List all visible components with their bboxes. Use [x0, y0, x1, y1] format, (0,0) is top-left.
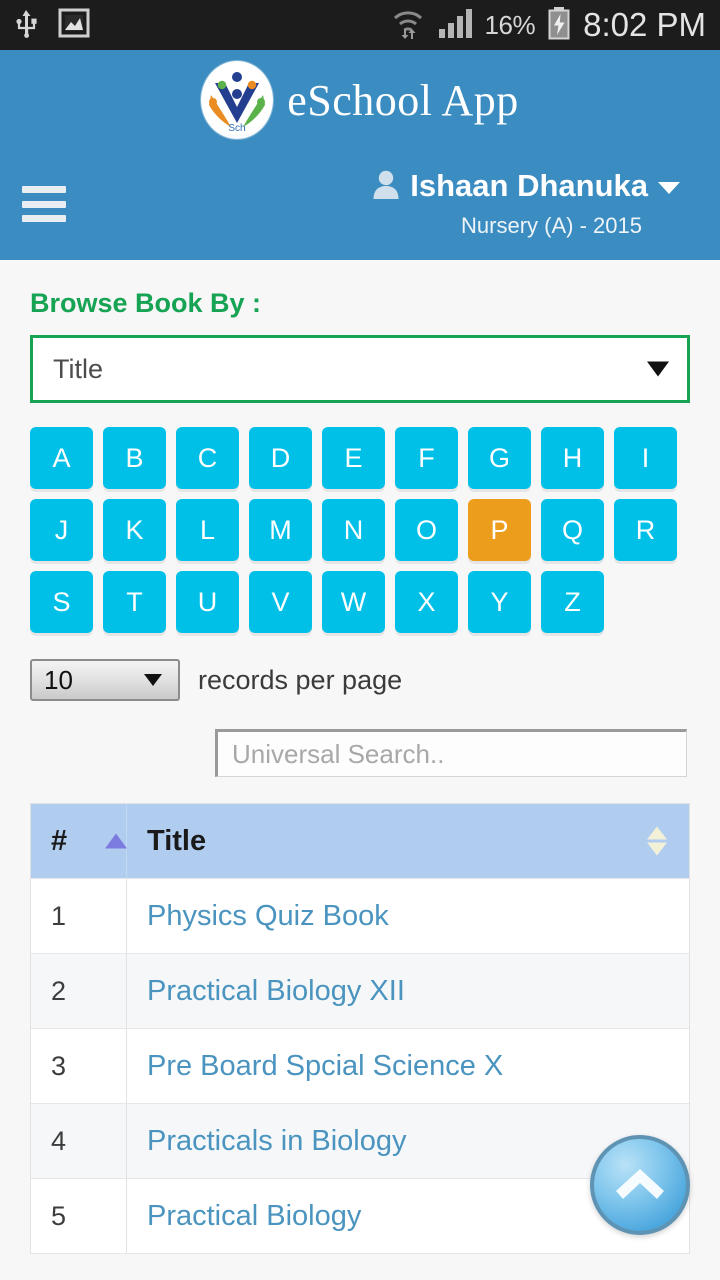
column-header-title[interactable]: Title: [127, 804, 689, 878]
universal-search-input[interactable]: Universal Search..: [215, 729, 687, 777]
alphabet-button-o[interactable]: O: [395, 499, 458, 561]
user-avatar-icon: [372, 169, 400, 204]
chevron-down-icon: [144, 674, 162, 686]
alphabet-button-f[interactable]: F: [395, 427, 458, 489]
records-per-page-select[interactable]: 10: [30, 659, 180, 701]
battery-charging-icon: [547, 6, 571, 45]
chevron-down-icon: [647, 361, 669, 377]
table-cell-title-link[interactable]: Practical Biology XII: [127, 954, 689, 1028]
alphabet-button-j[interactable]: J: [30, 499, 93, 561]
user-name-label: Ishaan Dhanuka: [410, 168, 648, 203]
table-cell-number: 4: [31, 1104, 127, 1178]
alphabet-button-v[interactable]: V: [249, 571, 312, 633]
table-row[interactable]: 3 Pre Board Spcial Science X: [31, 1029, 689, 1104]
chevron-down-icon[interactable]: [658, 182, 680, 194]
signal-bars-icon: [437, 7, 473, 44]
alphabet-button-n[interactable]: N: [322, 499, 385, 561]
alphabet-button-g[interactable]: G: [468, 427, 531, 489]
scroll-to-top-button[interactable]: [590, 1135, 690, 1235]
chevron-up-icon: [610, 1161, 670, 1210]
table-body: 1 Physics Quiz Book 2 Practical Biology XII…: [31, 879, 689, 1254]
sort-down-arrow: [647, 842, 667, 856]
sort-both-icon: [647, 826, 667, 856]
status-bar-left-icons: [14, 8, 90, 43]
table-cell-number: 2: [31, 954, 127, 1028]
user-bar: Ishaan Dhanuka Nursery (A) - 2015: [0, 150, 720, 260]
alphabet-button-u[interactable]: U: [176, 571, 239, 633]
alphabet-button-h[interactable]: H: [541, 427, 604, 489]
table-row[interactable]: 1 Physics Quiz Book: [31, 879, 689, 954]
eschool-logo-icon: Sch: [201, 61, 274, 139]
search-placeholder: Universal Search..: [232, 738, 445, 769]
alphabet-button-y[interactable]: Y: [468, 571, 531, 633]
column-header-number[interactable]: #: [31, 804, 127, 878]
wifi-icon: [391, 6, 425, 45]
column-header-title-label: Title: [147, 824, 207, 857]
alphabet-button-a[interactable]: A: [30, 427, 93, 489]
alphabet-button-k[interactable]: K: [103, 499, 166, 561]
clock-label: 8:02 PM: [583, 6, 706, 43]
hamburger-line: [22, 200, 66, 208]
battery-percent-label: 16%: [484, 9, 536, 40]
status-bar: 16% 8:02 PM: [0, 0, 720, 50]
browse-by-select[interactable]: Title: [30, 335, 690, 403]
status-bar-right-icons: 16% 8:02 PM: [391, 6, 706, 45]
table-row[interactable]: 4 Practicals in Biology: [31, 1104, 689, 1179]
browse-by-value: Title: [53, 353, 104, 384]
table-cell-number: 3: [31, 1029, 127, 1103]
page-length-row: 10 records per page: [30, 659, 690, 701]
sort-up-arrow: [647, 826, 667, 840]
alphabet-button-d[interactable]: D: [249, 427, 312, 489]
records-per-page-label: records per page: [198, 664, 403, 695]
hamburger-menu-icon[interactable]: [22, 186, 66, 222]
alphabet-button-x[interactable]: X: [395, 571, 458, 633]
table-cell-title-link[interactable]: Pre Board Spcial Science X: [127, 1029, 689, 1103]
alphabet-button-z[interactable]: Z: [541, 571, 604, 633]
column-header-number-label: #: [51, 824, 68, 857]
screenshot-icon: [58, 8, 90, 43]
table-row[interactable]: 2 Practical Biology XII: [31, 954, 689, 1029]
hamburger-line: [22, 186, 66, 193]
user-name-row[interactable]: Ishaan Dhanuka: [372, 168, 680, 204]
table-cell-title-link[interactable]: Physics Quiz Book: [127, 879, 689, 953]
app-title-bar: Sch eSchool App: [0, 50, 720, 150]
table-cell-number: 1: [31, 879, 127, 953]
alphabet-button-p[interactable]: P: [468, 499, 531, 561]
hamburger-line: [22, 215, 66, 222]
app-title: eSchool App: [287, 75, 519, 125]
usb-icon: [14, 8, 40, 43]
alphabet-button-q[interactable]: Q: [541, 499, 604, 561]
alphabet-button-l[interactable]: L: [176, 499, 239, 561]
alphabet-button-w[interactable]: W: [322, 571, 385, 633]
main-content: Browse Book By : Title ABCDEFGHI JKLMNOPQ…: [0, 260, 720, 1254]
svg-text:Sch: Sch: [229, 123, 246, 134]
table-cell-number: 5: [31, 1179, 127, 1253]
app-root: 16% 8:02 PM Sch eSchool App Ishaan Dhanu…: [0, 0, 720, 1280]
user-class-label: Nursery (A) - 2015: [461, 213, 642, 238]
search-row: Universal Search..: [30, 729, 690, 777]
alphabet-button-e[interactable]: E: [322, 427, 385, 489]
alphabet-filter-grid: ABCDEFGHI JKLMNOPQR STUVWXYZ: [30, 427, 690, 633]
sort-ascending-icon: [105, 833, 127, 849]
alphabet-button-s[interactable]: S: [30, 571, 93, 633]
alphabet-button-r[interactable]: R: [614, 499, 677, 561]
alphabet-button-i[interactable]: I: [614, 427, 677, 489]
alphabet-button-c[interactable]: C: [176, 427, 239, 489]
alphabet-button-b[interactable]: B: [103, 427, 166, 489]
user-info[interactable]: Ishaan Dhanuka Nursery (A) - 2015: [372, 168, 680, 239]
browse-book-by-label: Browse Book By :: [30, 288, 262, 318]
alphabet-button-t[interactable]: T: [103, 571, 166, 633]
alphabet-button-m[interactable]: M: [249, 499, 312, 561]
records-per-page-value: 10: [44, 664, 73, 695]
table-header-row: # Title: [31, 804, 689, 879]
